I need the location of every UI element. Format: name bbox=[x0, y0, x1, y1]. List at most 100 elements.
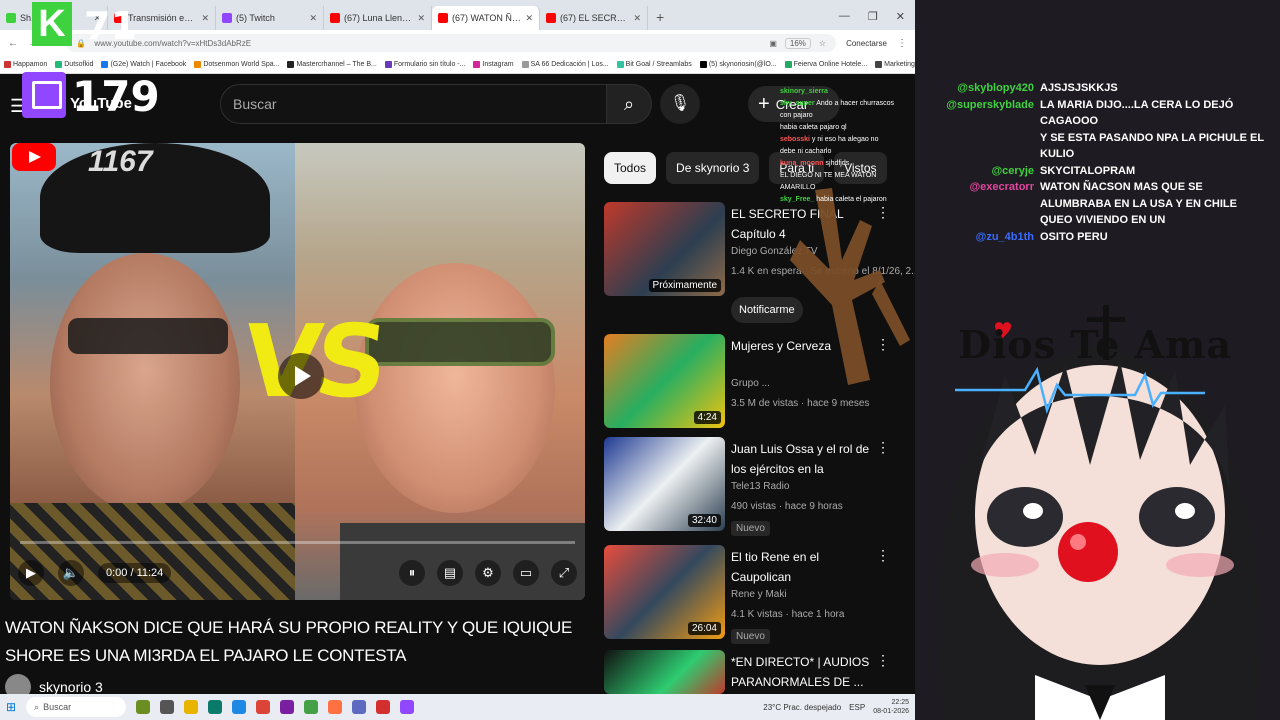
tab-close-icon[interactable]: ✕ bbox=[633, 13, 641, 24]
recommendation-channel[interactable]: Rene y Maki bbox=[731, 589, 787, 600]
bookmark-favicon-icon bbox=[473, 61, 481, 68]
mini-chat-line: kuna_moonn sjhdfjds bbox=[780, 158, 895, 170]
zoom-level[interactable]: 16% bbox=[784, 37, 811, 49]
file-explorer-icon[interactable] bbox=[184, 700, 199, 714]
recommendation-thumbnail[interactable]: 32:40 bbox=[604, 437, 725, 531]
windows-start-icon[interactable]: ⊞ bbox=[6, 700, 16, 714]
browser-tab[interactable]: (67) WATON ÑAKSON DICE QUE ✕ bbox=[432, 6, 540, 30]
progress-bar[interactable] bbox=[20, 541, 575, 544]
screen: Sh... Hibrid...✕Transmisión en vivo - Yo… bbox=[0, 0, 1280, 720]
taskbar-search[interactable]: ⌕ Buscar bbox=[26, 697, 127, 717]
edge-icon[interactable] bbox=[232, 700, 247, 714]
app4-icon[interactable] bbox=[352, 700, 367, 714]
chat-text: Y SE ESTA PASANDO NPA LA PICHULE EL KULI… bbox=[1040, 131, 1264, 161]
chat-username: @execratorr bbox=[969, 181, 1034, 193]
mini-chat-line: skinory_sierra bbox=[780, 86, 895, 98]
browser-tab[interactable]: (67) EL SECRETO FINAL Capítu ✕ bbox=[540, 6, 648, 30]
bookmark-favicon-icon bbox=[521, 61, 529, 68]
volume-icon[interactable]: 🔈 bbox=[58, 560, 84, 586]
minimize-icon[interactable]: — bbox=[839, 10, 850, 23]
more-options-icon[interactable]: ⋮ bbox=[876, 547, 890, 564]
recommendation-item[interactable]: 26:04 El tio Rene en el Caupolican Rene y … bbox=[604, 545, 904, 644]
bookmark-label: Instagram bbox=[482, 61, 514, 68]
chip-de-skynorio-3[interactable]: De skynorio 3 bbox=[666, 152, 760, 184]
connect-button[interactable]: Conectarse bbox=[846, 39, 887, 48]
back-icon[interactable]: ← bbox=[8, 38, 18, 49]
bookmark-item[interactable]: Instagram bbox=[473, 61, 514, 68]
theater-mode-icon[interactable]: ▭ bbox=[513, 560, 539, 586]
app3-icon[interactable] bbox=[304, 700, 319, 714]
more-options-icon[interactable]: ⋮ bbox=[876, 439, 890, 456]
tab-close-icon[interactable]: ✕ bbox=[309, 13, 317, 24]
more-options-icon[interactable]: ⋮ bbox=[876, 652, 890, 669]
star-icon[interactable]: ☆ bbox=[819, 39, 826, 48]
obs-icon[interactable] bbox=[376, 700, 391, 714]
new-tab-button[interactable]: + bbox=[648, 9, 672, 25]
mini-chat-message: habia caleta el pajaron bbox=[816, 196, 887, 203]
recommendation-thumbnail[interactable]: 4:24 bbox=[604, 334, 725, 428]
recommendation-title[interactable]: Juan Luis Ossa y el rol de los ejércitos… bbox=[731, 439, 879, 479]
recommendation-item[interactable]: *EN DIRECTO* | AUDIOS PARANORMALES DE ..… bbox=[604, 650, 904, 694]
mic-button[interactable]: 🎙 bbox=[660, 84, 700, 124]
recommendation-meta: 490 vistas · hace 9 horas bbox=[731, 501, 843, 512]
fullscreen-icon[interactable]: ⤢ bbox=[551, 560, 577, 586]
play-button[interactable]: ▶ bbox=[18, 560, 44, 586]
more-icon[interactable]: ⋮ bbox=[897, 38, 907, 49]
chat-message: @superskyblade LA MARIA DIJO....LA CERA L… bbox=[915, 97, 1280, 130]
autoplay-toggle[interactable]: ⏸ bbox=[399, 560, 425, 586]
recommendation-thumbnail[interactable]: 26:04 bbox=[604, 545, 725, 639]
bookmark-item[interactable]: Happamon bbox=[4, 61, 47, 68]
widget-icon[interactable] bbox=[136, 700, 151, 714]
channel-name[interactable]: skynorio 3 bbox=[39, 679, 103, 695]
browser-tab[interactable]: (67) Luna Llena - YouTube ✕ bbox=[324, 6, 432, 30]
mini-chat-line: EL DIEGO NI TE MEA WATON AMARILLO bbox=[780, 170, 895, 194]
app-icon[interactable] bbox=[208, 700, 223, 714]
app2-icon[interactable] bbox=[280, 700, 295, 714]
recommendation-channel[interactable]: Tele13 Radio bbox=[731, 481, 789, 492]
subtitles-icon[interactable]: ▤ bbox=[437, 560, 463, 586]
address-bar[interactable]: 🔒 www.youtube.com/watch?v=xHtDs3dAbRzE ▣… bbox=[66, 34, 837, 52]
tab-close-icon[interactable]: ✕ bbox=[201, 13, 209, 24]
big-play-button[interactable] bbox=[278, 353, 324, 399]
recommendation-item[interactable]: 32:40 Juan Luis Ossa y el rol de los ejér… bbox=[604, 437, 904, 536]
weather-label[interactable]: 23°C Prac. despejado bbox=[763, 703, 841, 712]
twitch-app-icon[interactable] bbox=[400, 700, 415, 714]
bookmark-item[interactable]: (G2e) Watch | Facebook bbox=[101, 61, 186, 68]
clock[interactable]: 22:25 08-01-2026 bbox=[873, 698, 909, 716]
bookmark-item[interactable]: MarketingBOK - Maste... bbox=[875, 61, 915, 68]
search-input[interactable]: Buscar bbox=[220, 84, 608, 124]
language-label[interactable]: ESP bbox=[849, 703, 865, 712]
tab-close-icon[interactable]: ✕ bbox=[525, 13, 533, 24]
recommendation-title[interactable]: El tio Rene en el Caupolican bbox=[731, 547, 879, 587]
bookmark-item[interactable]: Formulario sin título -... bbox=[384, 61, 465, 68]
search-button[interactable]: ⌕ bbox=[606, 84, 652, 124]
bookmark-item[interactable]: SA 66 Dedicación | Los... bbox=[521, 61, 609, 68]
recommendation-thumbnail[interactable]: Próximamente bbox=[604, 202, 725, 296]
tab-favicon-icon bbox=[546, 13, 556, 23]
settings-icon[interactable]: ⚙ bbox=[475, 560, 501, 586]
browser-window: Sh... Hibrid...✕Transmisión en vivo - Yo… bbox=[0, 0, 915, 720]
task-view-icon[interactable] bbox=[160, 700, 175, 714]
duration-badge: 26:04 bbox=[687, 622, 721, 635]
bookmark-item[interactable]: Dutsofkid bbox=[55, 61, 93, 68]
cast-icon[interactable]: ▣ bbox=[769, 39, 777, 48]
tab-title: (67) WATON ÑAKSON DICE QUE bbox=[452, 13, 521, 23]
video-player[interactable]: 1167 VS ▶ 🔈 0:00 / 11:24 ⏸ ▤ ⚙ ▭ ⤢ bbox=[10, 143, 585, 600]
recommendation-title[interactable]: *EN DIRECTO* | AUDIOS PARANORMALES DE ..… bbox=[731, 652, 879, 692]
bookmark-item[interactable]: Bit Goal / Streamlabs bbox=[616, 61, 692, 68]
chip-todos[interactable]: Todos bbox=[604, 152, 657, 184]
bookmark-item[interactable]: Feierva Online Hotele... bbox=[784, 61, 867, 68]
tab-title: Transmisión en vivo - YouTube bbox=[128, 13, 197, 23]
close-window-icon[interactable]: ✕ bbox=[896, 10, 905, 23]
person-right bbox=[355, 263, 555, 513]
restore-icon[interactable]: ❐ bbox=[868, 10, 878, 23]
browser-tab[interactable]: (5) Twitch ✕ bbox=[216, 6, 324, 30]
bookmark-item[interactable]: Mastercrhannel – The B... bbox=[287, 61, 377, 68]
recommendation-thumbnail[interactable] bbox=[604, 650, 725, 694]
bookmark-item[interactable]: (5) skynoriosin(@lO... bbox=[699, 61, 777, 68]
firefox-icon[interactable] bbox=[328, 700, 343, 714]
bookmark-item[interactable]: Dotsenmon World Spa... bbox=[194, 61, 279, 68]
tab-close-icon[interactable]: ✕ bbox=[417, 13, 425, 24]
mini-chat-user: sebosski bbox=[780, 136, 810, 143]
chrome-icon[interactable] bbox=[256, 700, 271, 714]
